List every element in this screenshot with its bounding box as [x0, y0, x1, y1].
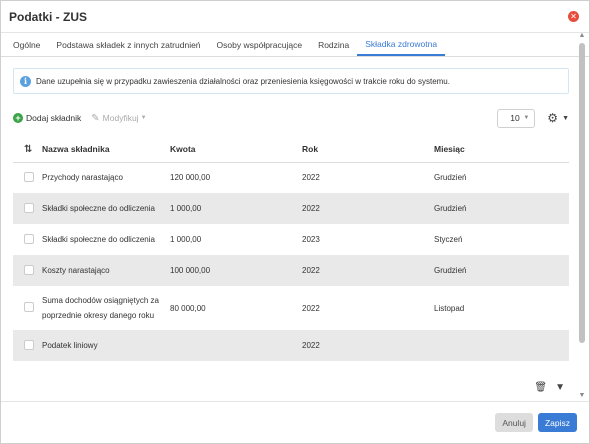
add-component-button[interactable]: + Dodaj składnik [13, 113, 81, 123]
cell-name: Składki społeczne do odliczenia [38, 193, 170, 224]
row-checkbox[interactable] [24, 264, 34, 275]
modify-label: Modyfikuj [102, 113, 139, 123]
cell-name: Suma dochodów osiągniętych za poprzednie… [38, 286, 170, 330]
column-header-name[interactable]: Nazwa składnika [38, 137, 170, 163]
save-button[interactable]: Zapisz [537, 413, 577, 432]
components-table: ⇅ Nazwa składnika Kwota Rok Miesiąc Przy… [13, 137, 569, 361]
tab-content: i Dane uzupełnia się w przypadku zawiesz… [13, 58, 569, 361]
chevron-down-icon: ▼ [562, 114, 569, 122]
close-icon[interactable]: ✕ [568, 11, 579, 22]
row-checkbox[interactable] [24, 202, 34, 213]
cell-amount: 100 000,00 [170, 255, 302, 286]
table-header-row: ⇅ Nazwa składnika Kwota Rok Miesiąc [13, 137, 569, 163]
cell-amount: 1 000,00 [170, 193, 302, 224]
grid-footer-tools: 🗑 ▼ [526, 382, 565, 393]
plus-circle-icon: + [13, 113, 23, 123]
tab-contribution-base[interactable]: Podstawa składek z innych zatrudnień [48, 33, 208, 56]
cell-amount: 1 000,00 [170, 224, 302, 255]
chevron-down-icon: ▼ [523, 115, 530, 121]
sort-arrows-icon[interactable]: ⇅ [24, 144, 32, 155]
table-row[interactable]: Koszty narastająco 100 000,00 2022 Grudz… [13, 255, 569, 286]
column-settings-button[interactable]: ⚙ ▼ [547, 111, 569, 125]
tab-bar: Ogólne Podstawa składek z innych zatrudn… [1, 33, 589, 57]
table-row[interactable]: Podatek liniowy 2022 [13, 330, 569, 361]
trash-icon[interactable]: 🗑 [534, 382, 547, 393]
cell-year: 2022 [302, 162, 434, 193]
cell-name: Przychody narastająco [38, 162, 170, 193]
grid-toolbar: + Dodaj składnik ✎ Modyfikuj ▼ 10 ▼ ⚙ ▼ [13, 108, 569, 128]
info-text: Dane uzupełnia się w przypadku zawieszen… [36, 76, 450, 86]
cell-month: Grudzień [434, 162, 569, 193]
cell-month: Grudzień [434, 255, 569, 286]
cell-month: Listopad [434, 286, 569, 330]
column-header-year[interactable]: Rok [302, 137, 434, 163]
gears-icon: ⚙ [547, 111, 559, 125]
scroll-thumb[interactable] [579, 43, 585, 343]
cell-amount: 80 000,00 [170, 286, 302, 330]
edit-icon: ✎ [91, 112, 100, 124]
cell-amount: 120 000,00 [170, 162, 302, 193]
table-row[interactable]: Suma dochodów osiągniętych za poprzednie… [13, 286, 569, 330]
chevron-down-icon: ▼ [140, 115, 147, 121]
filter-icon[interactable]: ▼ [555, 382, 565, 393]
cell-name: Podatek liniowy [38, 330, 170, 361]
cell-name: Składki społeczne do odliczenia [38, 224, 170, 255]
scroll-up-icon[interactable]: ▲ [577, 31, 587, 41]
tab-health-contribution[interactable]: Składka zdrowotna [357, 33, 446, 56]
tab-collaborators[interactable]: Osoby współpracujące [209, 33, 311, 56]
column-header-amount[interactable]: Kwota [170, 137, 302, 163]
cell-year: 2023 [302, 224, 434, 255]
cell-year: 2022 [302, 193, 434, 224]
table-row[interactable]: Składki społeczne do odliczenia 1 000,00… [13, 193, 569, 224]
cell-name: Koszty narastająco [38, 255, 170, 286]
table-row[interactable]: Przychody narastająco 120 000,00 2022 Gr… [13, 162, 569, 193]
dialog-scrollbar[interactable]: ▲ ▼ [577, 31, 587, 401]
tab-general[interactable]: Ogólne [5, 33, 48, 56]
cell-month: Styczeń [434, 224, 569, 255]
taxes-zus-dialog: Podatki - ZUS ✕ Ogólne Podstawa składek … [0, 0, 590, 444]
modify-button[interactable]: ✎ Modyfikuj ▼ [91, 113, 146, 124]
info-icon: i [20, 75, 31, 87]
row-checkbox[interactable] [24, 233, 34, 244]
cell-year: 2022 [302, 286, 434, 330]
cell-month: Grudzień [434, 193, 569, 224]
cell-year: 2022 [302, 255, 434, 286]
page-size-value: 10 [510, 113, 520, 123]
column-header-month[interactable]: Miesiąc [434, 137, 569, 163]
page-size-select[interactable]: 10 ▼ [497, 108, 536, 128]
row-checkbox[interactable] [24, 339, 34, 350]
add-component-label: Dodaj składnik [26, 113, 82, 123]
scroll-down-icon[interactable]: ▼ [577, 391, 587, 401]
cell-year: 2022 [302, 330, 434, 361]
row-checkbox[interactable] [24, 171, 34, 182]
tab-family[interactable]: Rodzina [310, 33, 357, 56]
cell-month [434, 330, 569, 361]
sort-toggle[interactable]: ⇅ [13, 137, 38, 163]
cancel-button[interactable]: Anuluj [495, 413, 533, 432]
row-checkbox[interactable] [24, 302, 34, 312]
cell-amount [170, 330, 302, 361]
dialog-header: Podatki - ZUS ✕ [1, 1, 589, 33]
dialog-title: Podatki - ZUS [9, 9, 88, 24]
dialog-footer: Anuluj Zapisz [1, 401, 589, 443]
info-alert: i Dane uzupełnia się w przypadku zawiesz… [13, 68, 569, 94]
table-row[interactable]: Składki społeczne do odliczenia 1 000,00… [13, 224, 569, 255]
